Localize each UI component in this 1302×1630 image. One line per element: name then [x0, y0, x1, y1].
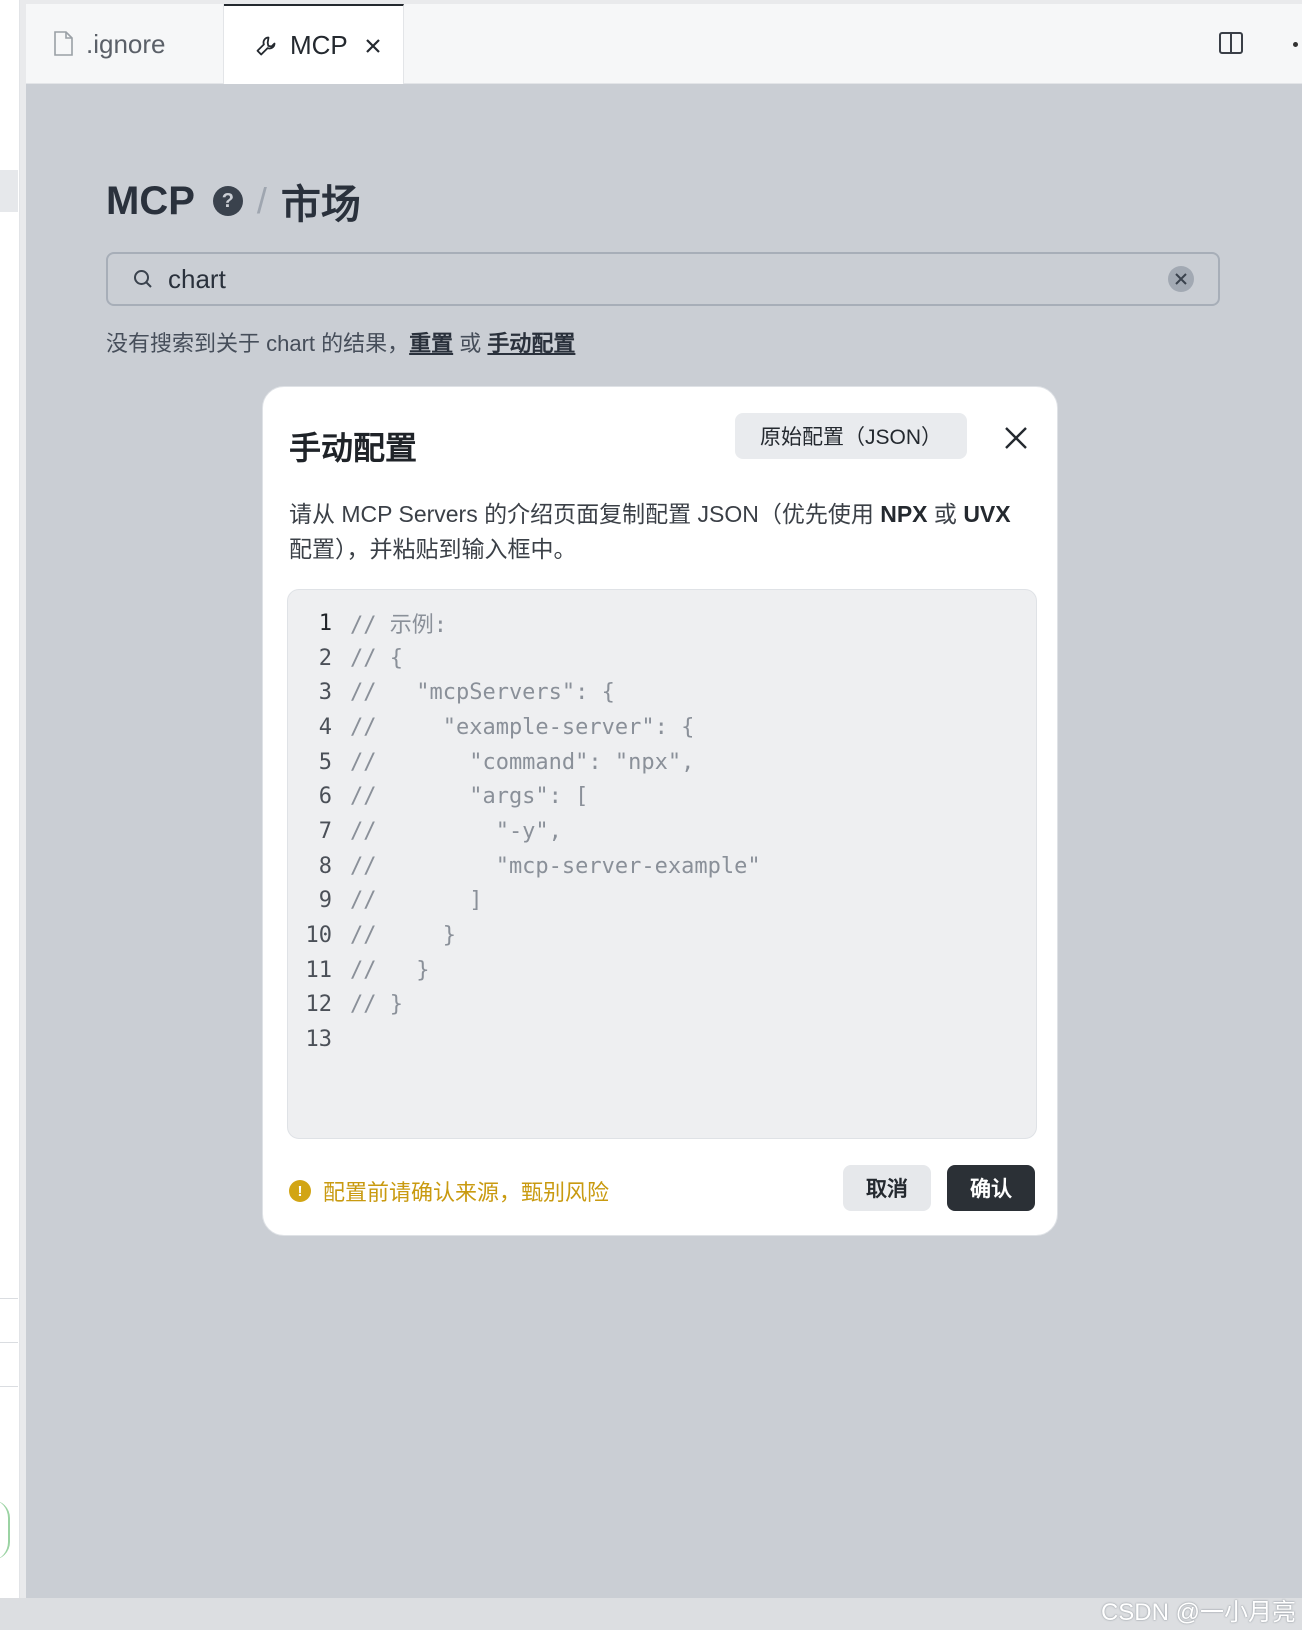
dialog-description: 请从 MCP Servers 的介绍页面复制配置 JSON（优先使用 NPX 或…	[289, 497, 1029, 567]
code-line[interactable]: 11 // }	[288, 953, 1036, 988]
split-editor-icon[interactable]	[1218, 30, 1244, 56]
code-text: // {	[350, 645, 403, 671]
close-icon[interactable]	[1001, 423, 1031, 453]
more-actions-icon[interactable]	[1293, 42, 1298, 47]
desc-text: 请从 MCP Servers 的介绍页面复制配置 JSON（优先使用	[289, 501, 881, 527]
editor-group: .ignore MCP MCP ? / 市场 chart 没有搜索到关于 cha…	[26, 4, 1302, 1598]
mcp-market-page: MCP ? / 市场 chart 没有搜索到关于 chart 的结果，重置 或 …	[26, 84, 1302, 1598]
code-line[interactable]: 7 // "-y",	[288, 814, 1036, 849]
line-number: 6	[318, 784, 332, 810]
line-number: 9	[318, 888, 332, 914]
wrench-icon	[254, 34, 278, 58]
desc-uvx: UVX	[963, 501, 1011, 527]
code-text: // "example-server": {	[350, 714, 695, 740]
code-text: // "-y",	[350, 818, 562, 844]
warning-message: ! 配置前请确认来源，甄别风险	[289, 1175, 609, 1207]
tab-bar: .ignore MCP	[26, 4, 1302, 85]
line-number: 11	[305, 957, 333, 983]
desc-or: 或	[927, 501, 964, 527]
divider	[0, 1342, 18, 1343]
divider	[0, 1298, 18, 1299]
line-number: 13	[305, 1027, 333, 1053]
confirm-button[interactable]: 确认	[947, 1165, 1035, 1211]
code-line[interactable]: 4 // "example-server": {	[288, 710, 1036, 745]
code-text: // 示例:	[350, 613, 447, 639]
code-text: // "command": "npx",	[350, 749, 695, 775]
watermark: CSDN @一小月亮	[1100, 1599, 1296, 1626]
line-number: 5	[318, 749, 332, 775]
line-number: 10	[305, 923, 333, 949]
code-text: // }	[350, 957, 430, 983]
code-text: // "mcpServers": {	[350, 680, 615, 706]
side-panel-selected-row[interactable]	[0, 170, 18, 212]
divider	[0, 1386, 18, 1387]
desc-text-end: 配置），并粘贴到输入框中。	[289, 536, 577, 562]
line-number: 4	[318, 714, 332, 740]
code-line[interactable]: 8 // "mcp-server-example"	[288, 849, 1036, 884]
file-icon	[52, 31, 74, 57]
code-line[interactable]: 3 // "mcpServers": {	[288, 675, 1036, 710]
code-text: // }	[350, 992, 403, 1018]
code-line[interactable]: 2 // {	[288, 641, 1036, 676]
code-text: // "mcp-server-example"	[350, 853, 761, 879]
code-text: // ]	[350, 888, 483, 914]
code-line[interactable]: 5 // "command": "npx",	[288, 745, 1036, 780]
json-code-editor[interactable]: 1 // 示例: 2 // { 3 // "mcpServers": { 4 // "exam…	[287, 589, 1037, 1139]
warning-text: 配置前请确认来源，甄别风险	[323, 1180, 610, 1205]
code-line[interactable]: 10 // }	[288, 918, 1036, 953]
tab-ignore[interactable]: .ignore	[26, 4, 224, 84]
tab-label: .ignore	[86, 28, 166, 59]
line-number: 2	[318, 645, 332, 671]
code-text: // "args": [	[350, 784, 589, 810]
cancel-button[interactable]: 取消	[843, 1165, 931, 1211]
code-line[interactable]: 12 // }	[288, 988, 1036, 1023]
tab-label: MCP	[290, 30, 348, 60]
tab-mcp[interactable]: MCP	[224, 4, 404, 85]
line-number: 3	[318, 680, 332, 706]
dialog-title: 手动配置	[289, 430, 418, 466]
code-text: // }	[350, 923, 456, 949]
code-line[interactable]: 13	[288, 1022, 1036, 1057]
code-line[interactable]: 6 // "args": [	[288, 779, 1036, 814]
code-line[interactable]: 1 // 示例:	[288, 606, 1036, 641]
desc-npx: NPX	[880, 501, 928, 527]
line-number: 12	[305, 992, 333, 1018]
line-number: 8	[318, 853, 332, 879]
code-line[interactable]: 9 // ]	[288, 884, 1036, 919]
manual-config-dialog: 手动配置 原始配置（JSON） 请从 MCP Servers 的介绍页面复制配置…	[262, 386, 1058, 1236]
line-number: 1	[318, 610, 332, 636]
close-icon[interactable]	[364, 37, 382, 55]
line-number: 7	[318, 818, 332, 844]
side-panel-edge	[0, 0, 20, 1598]
side-panel-graphic	[0, 1500, 10, 1560]
raw-json-button[interactable]: 原始配置（JSON）	[735, 413, 967, 459]
warning-icon: !	[289, 1180, 311, 1202]
